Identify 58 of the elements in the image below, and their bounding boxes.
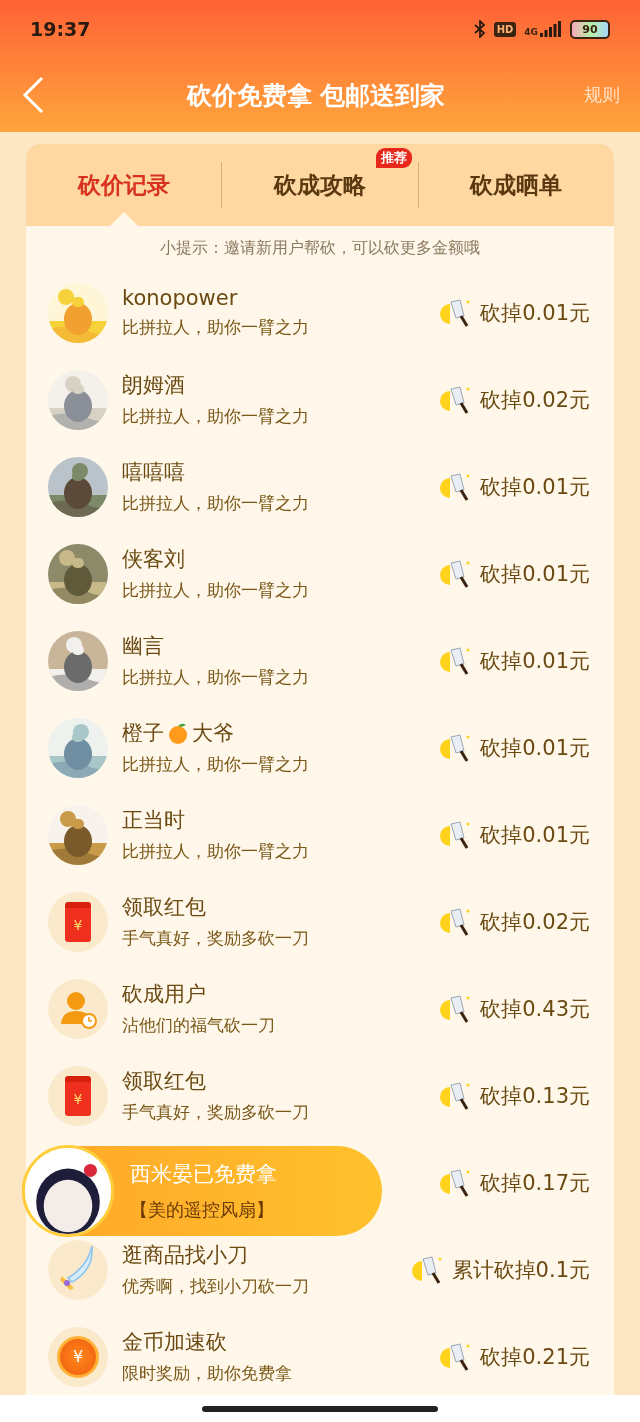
cut-amount: 砍掉0.01元	[480, 473, 590, 501]
hint-text: 小提示：邀请新用户帮砍，可以砍更多金额哦	[159, 237, 481, 259]
record-name: 侠客刘	[122, 546, 185, 573]
cut-amount: 砍掉0.13元	[480, 1082, 590, 1110]
battery-indicator: 90	[570, 19, 610, 39]
tab[interactable]: 砍价记录	[26, 144, 222, 226]
user-clock-icon	[48, 978, 108, 1039]
record-description: 比拼拉人，助你一臂之力	[122, 492, 310, 515]
record-description: 比拼拉人，助你一臂之力	[122, 840, 310, 863]
money-envelope-icon: ¥	[48, 1065, 108, 1126]
record-description: 比拼拉人，助你一臂之力	[122, 579, 310, 602]
network-type: 4G	[524, 27, 538, 37]
hd-indicator: HD	[493, 21, 517, 37]
cut-amount: 砍掉0.02元	[480, 908, 590, 936]
toast-title: 西米晏已免费拿	[130, 1161, 277, 1188]
cut-amount: 砍掉0.43元	[480, 995, 590, 1023]
cut-amount: 砍掉0.01元	[480, 647, 590, 675]
record-description: 比拼拉人，助你一臂之力	[122, 316, 310, 339]
page-title: 砍价免费拿 包邮送到家	[185, 79, 447, 112]
coin-icon: ¥	[48, 1326, 108, 1387]
money-envelope-icon: ¥	[48, 891, 108, 952]
cut-amount: 砍掉0.21元	[480, 1343, 590, 1371]
cut-amount: 砍掉0.01元	[480, 734, 590, 762]
dagger-icon	[48, 1239, 108, 1300]
record-name: 幽言	[122, 633, 164, 660]
recommend-badge: 推荐	[375, 148, 412, 168]
tab[interactable]: 砍成攻略 推荐	[222, 144, 418, 226]
bluetooth-icon	[473, 20, 486, 38]
record-name: 大爷	[192, 720, 234, 747]
record-name: konopower	[122, 286, 238, 310]
cut-amount: 累计砍掉0.1元	[451, 1256, 590, 1284]
record-name: 逛商品找小刀	[122, 1242, 248, 1269]
record-description: 比拼拉人，助你一臂之力	[122, 666, 310, 689]
cut-amount: 砍掉0.17元	[480, 1169, 590, 1197]
record-description: 限时奖励，助你免费拿	[122, 1362, 293, 1385]
tab[interactable]: 砍成晒单	[418, 144, 614, 226]
cut-amount: 砍掉0.01元	[480, 821, 590, 849]
cut-amount: 砍掉0.02元	[480, 386, 590, 414]
record-name: 领取红包	[122, 1068, 206, 1095]
record-name: 正当时	[122, 807, 185, 834]
record-description: 手气真好，奖励多砍一刀	[122, 927, 310, 950]
record-name: 嘻嘻嘻	[122, 459, 185, 486]
cut-amount: 砍掉0.01元	[480, 299, 590, 327]
record-description: 比拼拉人，助你一臂之力	[122, 405, 310, 428]
record-description: 比拼拉人，助你一臂之力	[122, 753, 310, 776]
record-name: 金币加速砍	[122, 1329, 227, 1356]
record-name: 橙子	[122, 720, 164, 747]
cut-amount: 砍掉0.01元	[480, 560, 590, 588]
status-time: 19:37	[30, 18, 92, 40]
home-indicator[interactable]	[202, 1405, 438, 1412]
record-name: 朗姆酒	[122, 372, 185, 399]
toast-product: 【美的遥控风扇】	[130, 1198, 275, 1222]
record-description: 沾他们的福气砍一刀	[122, 1014, 276, 1037]
record-name: 砍成用户	[122, 981, 206, 1008]
signal-icon	[540, 21, 562, 37]
record-name: 领取红包	[122, 894, 206, 921]
record-description: 优秀啊，找到小刀砍一刀	[122, 1275, 310, 1298]
record-description: 手气真好，奖励多砍一刀	[122, 1101, 310, 1124]
